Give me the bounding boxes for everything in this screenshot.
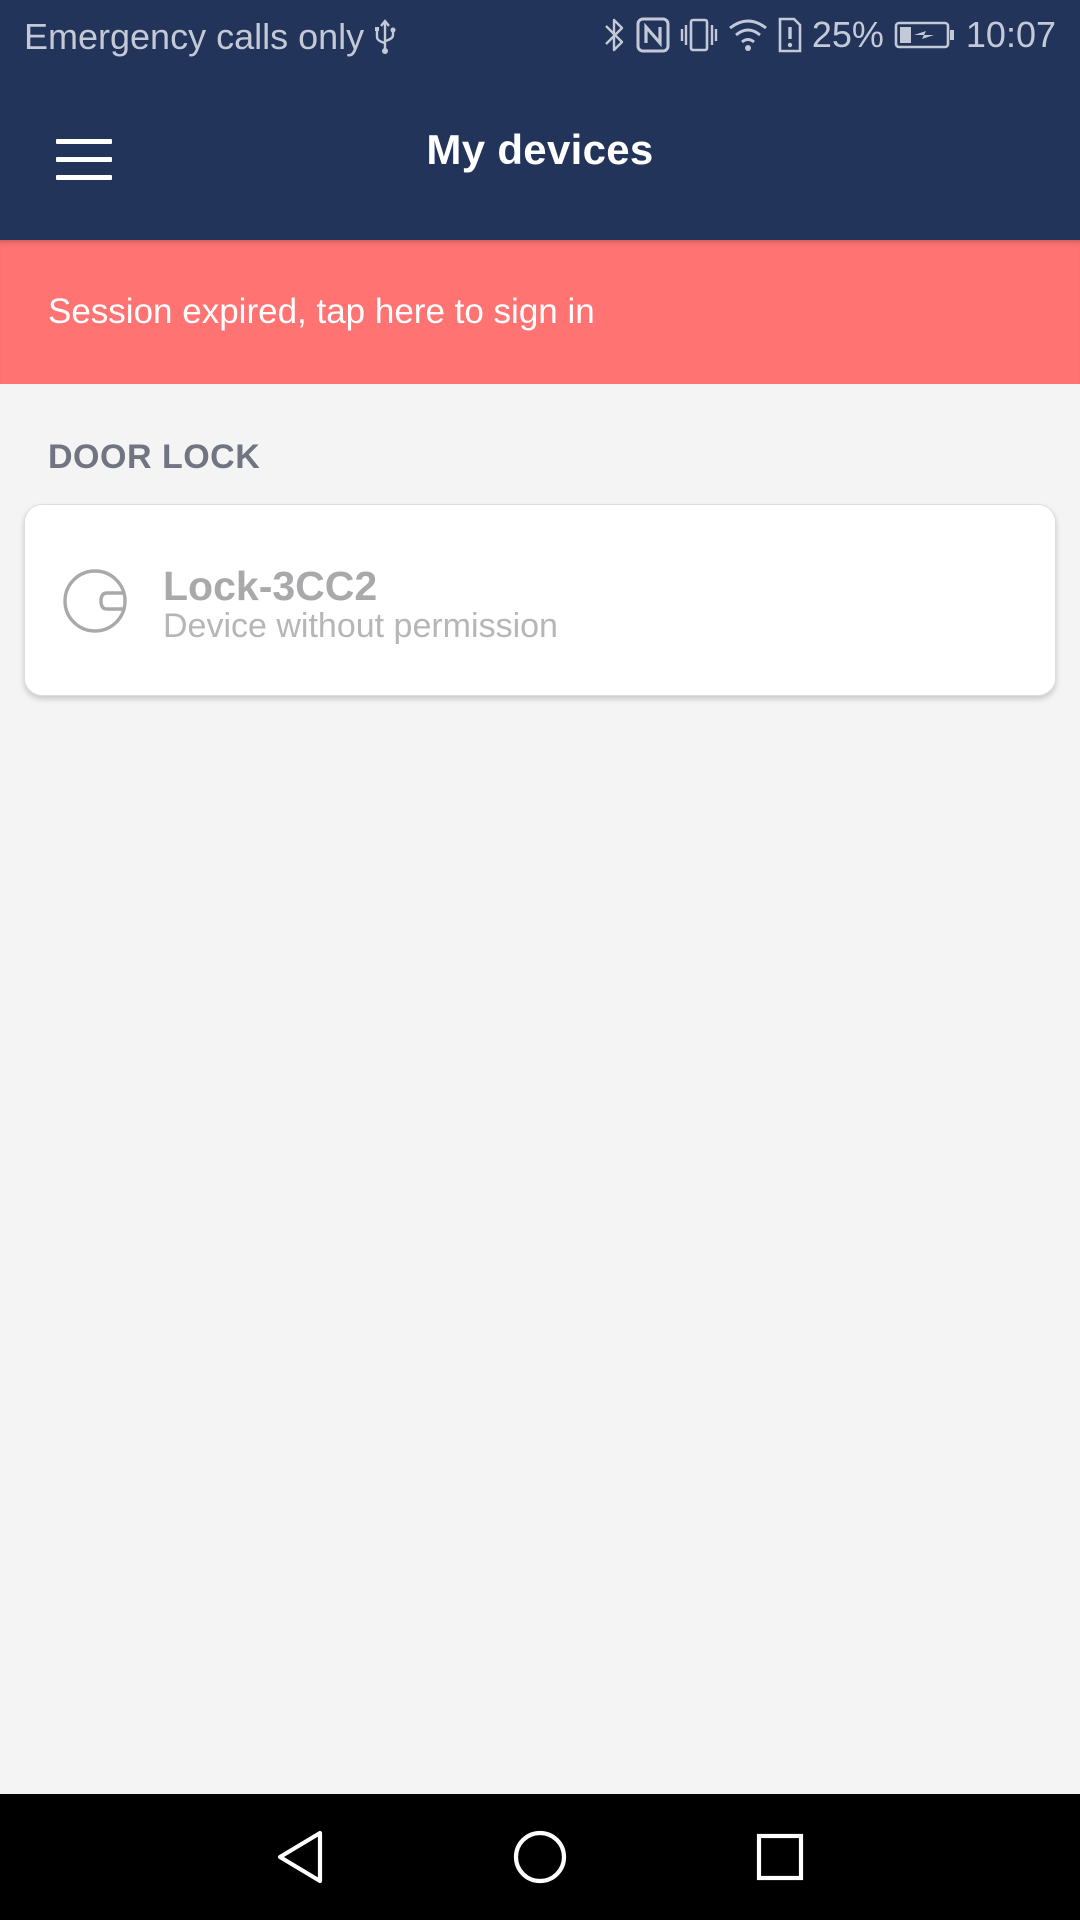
battery-percent: 25% (811, 14, 884, 55)
carrier-text: Emergency calls only (24, 16, 365, 57)
top-bar: Emergency calls only 25% 10:07 My device… (0, 0, 1080, 240)
status-left: Emergency calls only (24, 16, 396, 58)
session-expired-banner[interactable]: Session expired, tap here to sign in (0, 240, 1080, 384)
menu-bar (56, 174, 112, 180)
section-title-door-lock: DOOR LOCK (48, 438, 261, 476)
back-icon[interactable] (260, 1824, 340, 1890)
vibrate-icon (680, 15, 718, 55)
lock-knob-icon (63, 569, 127, 633)
system-nav-bar (0, 1794, 1080, 1920)
device-name: Lock-3CC2 (163, 563, 378, 609)
battery-charging-icon (894, 15, 956, 55)
device-status: Device without permission (163, 607, 558, 645)
bluetooth-icon (602, 15, 626, 55)
clock: 10:07 (965, 14, 1056, 55)
session-banner-text: Session expired, tap here to sign in (48, 292, 595, 331)
app-header: My devices (0, 76, 1080, 240)
app-root: Emergency calls only 25% 10:07 My device… (0, 0, 1080, 1920)
alert-icon (778, 15, 802, 55)
page-title: My devices (426, 126, 654, 173)
device-card[interactable]: Lock-3CC2 Device without permission (24, 504, 1056, 696)
recents-icon[interactable] (740, 1824, 820, 1890)
wifi-icon (728, 15, 768, 55)
nfc-icon (636, 15, 670, 55)
status-bar: Emergency calls only 25% 10:07 (0, 0, 1080, 76)
status-right: 25% 10:07 (602, 14, 1056, 56)
home-icon[interactable] (500, 1824, 580, 1890)
usb-icon (374, 17, 396, 57)
